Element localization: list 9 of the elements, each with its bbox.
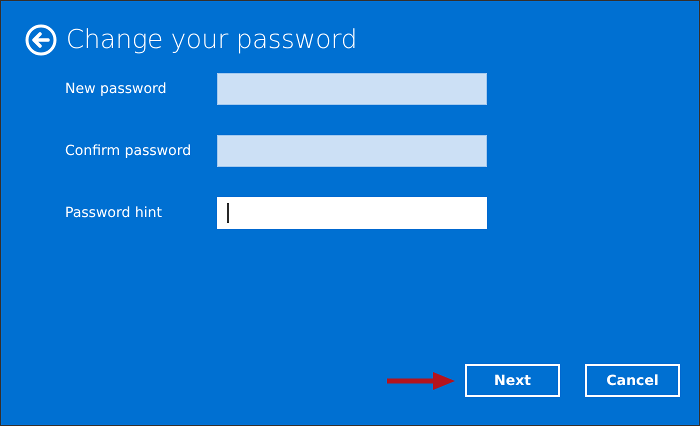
page-title: Change your password	[66, 25, 358, 55]
field-label: Password hint	[65, 205, 163, 221]
dialog-button[interactable]: Next	[465, 364, 560, 397]
back-icon[interactable]	[25, 24, 57, 56]
field-label: Confirm password	[65, 143, 192, 159]
password-field[interactable]	[217, 135, 487, 167]
field-label: New password	[65, 81, 168, 97]
dialog-button[interactable]: Cancel	[585, 364, 680, 397]
password-field[interactable]	[217, 73, 487, 105]
